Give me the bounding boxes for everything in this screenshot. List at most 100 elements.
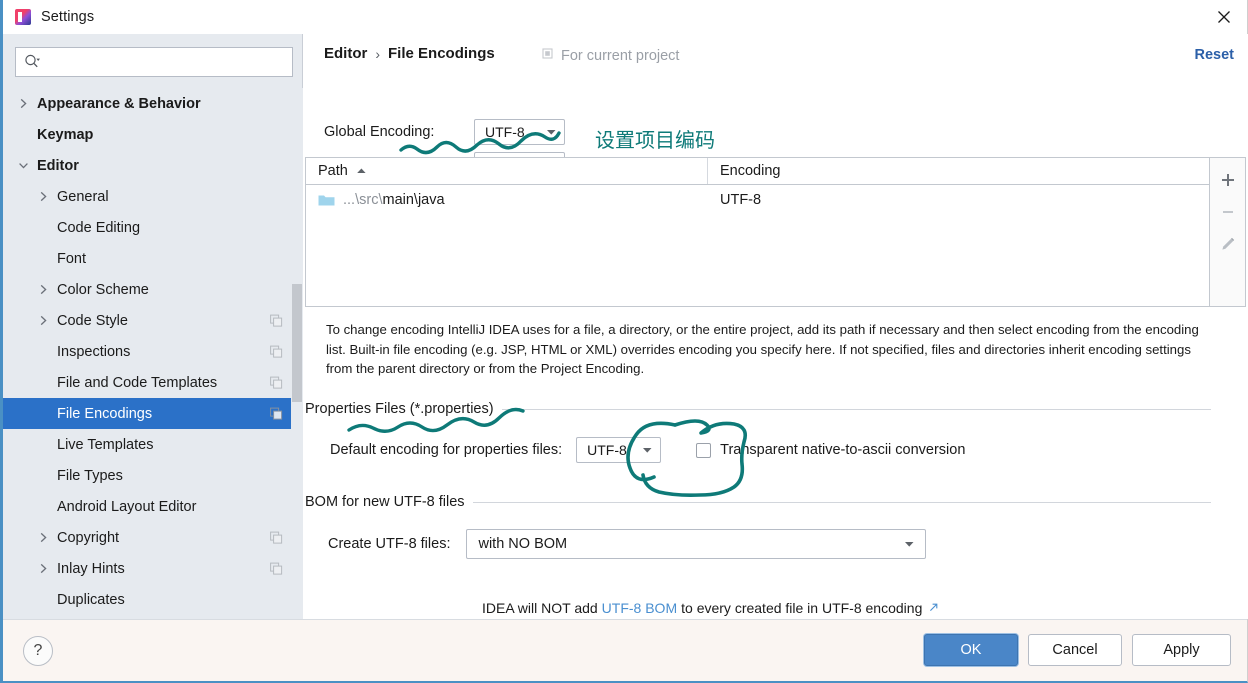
global-encoding-row: Global Encoding: UTF-8 bbox=[324, 119, 565, 145]
sidebar-item-label: Inlay Hints bbox=[57, 560, 125, 577]
global-encoding-combo[interactable]: UTF-8 bbox=[474, 119, 565, 145]
project-scope-icon bbox=[542, 47, 555, 64]
sidebar-item-label: File Encodings bbox=[57, 405, 153, 422]
table-toolbar bbox=[1210, 157, 1246, 307]
intellij-idea-icon bbox=[15, 9, 31, 25]
dialog-footer: ? OK Cancel Apply bbox=[3, 619, 1247, 681]
table-cell-path: ...\src\ main\java bbox=[306, 192, 708, 208]
sidebar-item-label: Color Scheme bbox=[57, 281, 149, 298]
sidebar-item-file-encodings[interactable]: File Encodings bbox=[3, 398, 303, 429]
remove-icon[interactable] bbox=[1213, 196, 1243, 228]
default-properties-encoding-combo[interactable]: UTF-8 bbox=[576, 437, 662, 463]
close-icon[interactable] bbox=[1211, 5, 1237, 29]
sidebar-item-font[interactable]: Font bbox=[3, 243, 303, 274]
title-bar: Settings bbox=[3, 0, 1247, 34]
bom-hint: IDEA will NOT add UTF-8 BOM to every cre… bbox=[482, 600, 939, 616]
sidebar-item-copyright[interactable]: Copyright bbox=[3, 522, 303, 553]
chevron-down-icon[interactable] bbox=[15, 161, 31, 170]
apply-button[interactable]: Apply bbox=[1132, 634, 1231, 666]
scope-indicator: For current project bbox=[542, 47, 679, 64]
chevron-down-icon bbox=[642, 446, 653, 454]
sidebar-item-general[interactable]: General bbox=[3, 181, 303, 212]
global-encoding-label: Global Encoding: bbox=[324, 124, 435, 140]
properties-files-section-header: Properties Files (*.properties) bbox=[305, 401, 1211, 417]
sidebar-item-file-types[interactable]: File Types bbox=[3, 460, 303, 491]
settings-content-pane: Editor › File Encodings For current proj… bbox=[304, 34, 1248, 619]
project-scope-icon bbox=[270, 407, 283, 420]
properties-files-section-title: Properties Files (*.properties) bbox=[305, 401, 494, 417]
chinese-annotation-note: 设置项目编码 bbox=[595, 128, 715, 152]
sidebar-item-label: Code Editing bbox=[57, 219, 141, 236]
breadcrumb-separator: › bbox=[375, 45, 381, 62]
chevron-down-icon bbox=[546, 128, 557, 136]
sidebar-item-android-layout-editor[interactable]: Android Layout Editor bbox=[3, 491, 303, 522]
table-cell-encoding[interactable]: UTF-8 bbox=[708, 192, 1209, 208]
search-box[interactable] bbox=[15, 47, 293, 77]
table-cell-path-name: main\java bbox=[382, 192, 445, 208]
sidebar-item-label: File and Code Templates bbox=[57, 374, 218, 391]
sort-ascending-icon bbox=[356, 167, 367, 175]
sidebar-item-inspections[interactable]: Inspections bbox=[3, 336, 303, 367]
sidebar-item-editor[interactable]: Editor bbox=[3, 150, 303, 181]
reset-link[interactable]: Reset bbox=[1195, 47, 1235, 63]
search-field-wrapper bbox=[15, 47, 293, 77]
sidebar-item-duplicates[interactable]: Duplicates bbox=[3, 584, 303, 615]
folder-icon bbox=[318, 193, 335, 207]
sidebar-item-label: Android Layout Editor bbox=[57, 498, 197, 515]
path-encoding-table: Path Encoding ...\src\ main\java UTF-8 bbox=[305, 157, 1210, 307]
settings-sidebar: Appearance & Behavior Keymap Editor General… bbox=[3, 34, 303, 619]
sidebar-item-inlay-hints[interactable]: Inlay Hints bbox=[3, 553, 303, 584]
sidebar-item-label: File Types bbox=[57, 467, 123, 484]
bom-section-header: BOM for new UTF-8 files bbox=[305, 494, 1211, 510]
settings-tree[interactable]: Appearance & Behavior Keymap Editor General… bbox=[3, 88, 303, 619]
bom-hint-suffix: to every created file in UTF-8 encoding bbox=[681, 600, 923, 616]
table-row[interactable]: ...\src\ main\java UTF-8 bbox=[306, 185, 1209, 215]
create-utf8-files-combo[interactable]: with NO BOM bbox=[466, 529, 927, 559]
sidebar-item-label: Editor bbox=[37, 157, 79, 174]
column-header-encoding[interactable]: Encoding bbox=[708, 158, 1209, 184]
help-button[interactable]: ? bbox=[23, 636, 53, 666]
create-utf8-files-value: with NO BOM bbox=[478, 536, 568, 552]
transparent-conversion-checkbox-row[interactable]: Transparent native-to-ascii conversion bbox=[696, 442, 965, 458]
chevron-right-icon[interactable] bbox=[15, 98, 31, 109]
sidebar-scrollbar-track[interactable] bbox=[291, 88, 303, 619]
transparent-conversion-checkbox[interactable] bbox=[696, 442, 712, 458]
external-link-icon[interactable] bbox=[928, 600, 939, 616]
search-input[interactable] bbox=[44, 52, 274, 72]
default-properties-encoding-value: UTF-8 bbox=[587, 442, 627, 458]
sidebar-item-appearance-behavior[interactable]: Appearance & Behavior bbox=[3, 88, 303, 119]
create-utf8-files-row: Create UTF-8 files: with NO BOM bbox=[328, 529, 927, 559]
utf8-bom-link[interactable]: UTF-8 BOM bbox=[602, 600, 677, 616]
breadcrumb-root[interactable]: Editor bbox=[324, 45, 367, 62]
sidebar-scrollbar-thumb[interactable] bbox=[292, 284, 302, 402]
ok-button[interactable]: OK bbox=[924, 634, 1018, 666]
cancel-button[interactable]: Cancel bbox=[1028, 634, 1122, 666]
chevron-right-icon[interactable] bbox=[35, 284, 51, 295]
chevron-right-icon[interactable] bbox=[35, 563, 51, 574]
column-header-path[interactable]: Path bbox=[306, 158, 708, 184]
sidebar-item-label: Font bbox=[57, 250, 87, 267]
sidebar-item-code-editing[interactable]: Code Editing bbox=[3, 212, 303, 243]
sidebar-item-keymap[interactable]: Keymap bbox=[3, 119, 303, 150]
chevron-down-icon bbox=[904, 536, 915, 552]
transparent-conversion-label: Transparent native-to-ascii conversion bbox=[720, 442, 966, 458]
sidebar-item-live-templates[interactable]: Live Templates bbox=[3, 429, 303, 460]
sidebar-item-file-and-code-templates[interactable]: File and Code Templates bbox=[3, 367, 303, 398]
sidebar-item-label: Appearance & Behavior bbox=[37, 95, 201, 112]
chevron-right-icon[interactable] bbox=[35, 315, 51, 326]
chevron-right-icon[interactable] bbox=[35, 532, 51, 543]
sidebar-item-color-scheme[interactable]: Color Scheme bbox=[3, 274, 303, 305]
edit-icon[interactable] bbox=[1213, 228, 1243, 260]
add-icon[interactable] bbox=[1213, 164, 1243, 196]
section-divider bbox=[472, 501, 1211, 503]
column-header-path-label: Path bbox=[318, 163, 348, 179]
sidebar-item-label: Code Style bbox=[57, 312, 128, 329]
project-scope-icon bbox=[270, 531, 283, 544]
encoding-description: To change encoding IntelliJ IDEA uses fo… bbox=[326, 322, 1199, 376]
settings-dialog: Settings Appearance & Behavior Keymap Ed… bbox=[0, 0, 1248, 683]
sidebar-item-label: Live Templates bbox=[57, 436, 154, 453]
sidebar-item-code-style[interactable]: Code Style bbox=[3, 305, 303, 336]
sidebar-item-label: Duplicates bbox=[57, 591, 125, 608]
chevron-right-icon[interactable] bbox=[35, 191, 51, 202]
project-scope-icon bbox=[270, 562, 283, 575]
